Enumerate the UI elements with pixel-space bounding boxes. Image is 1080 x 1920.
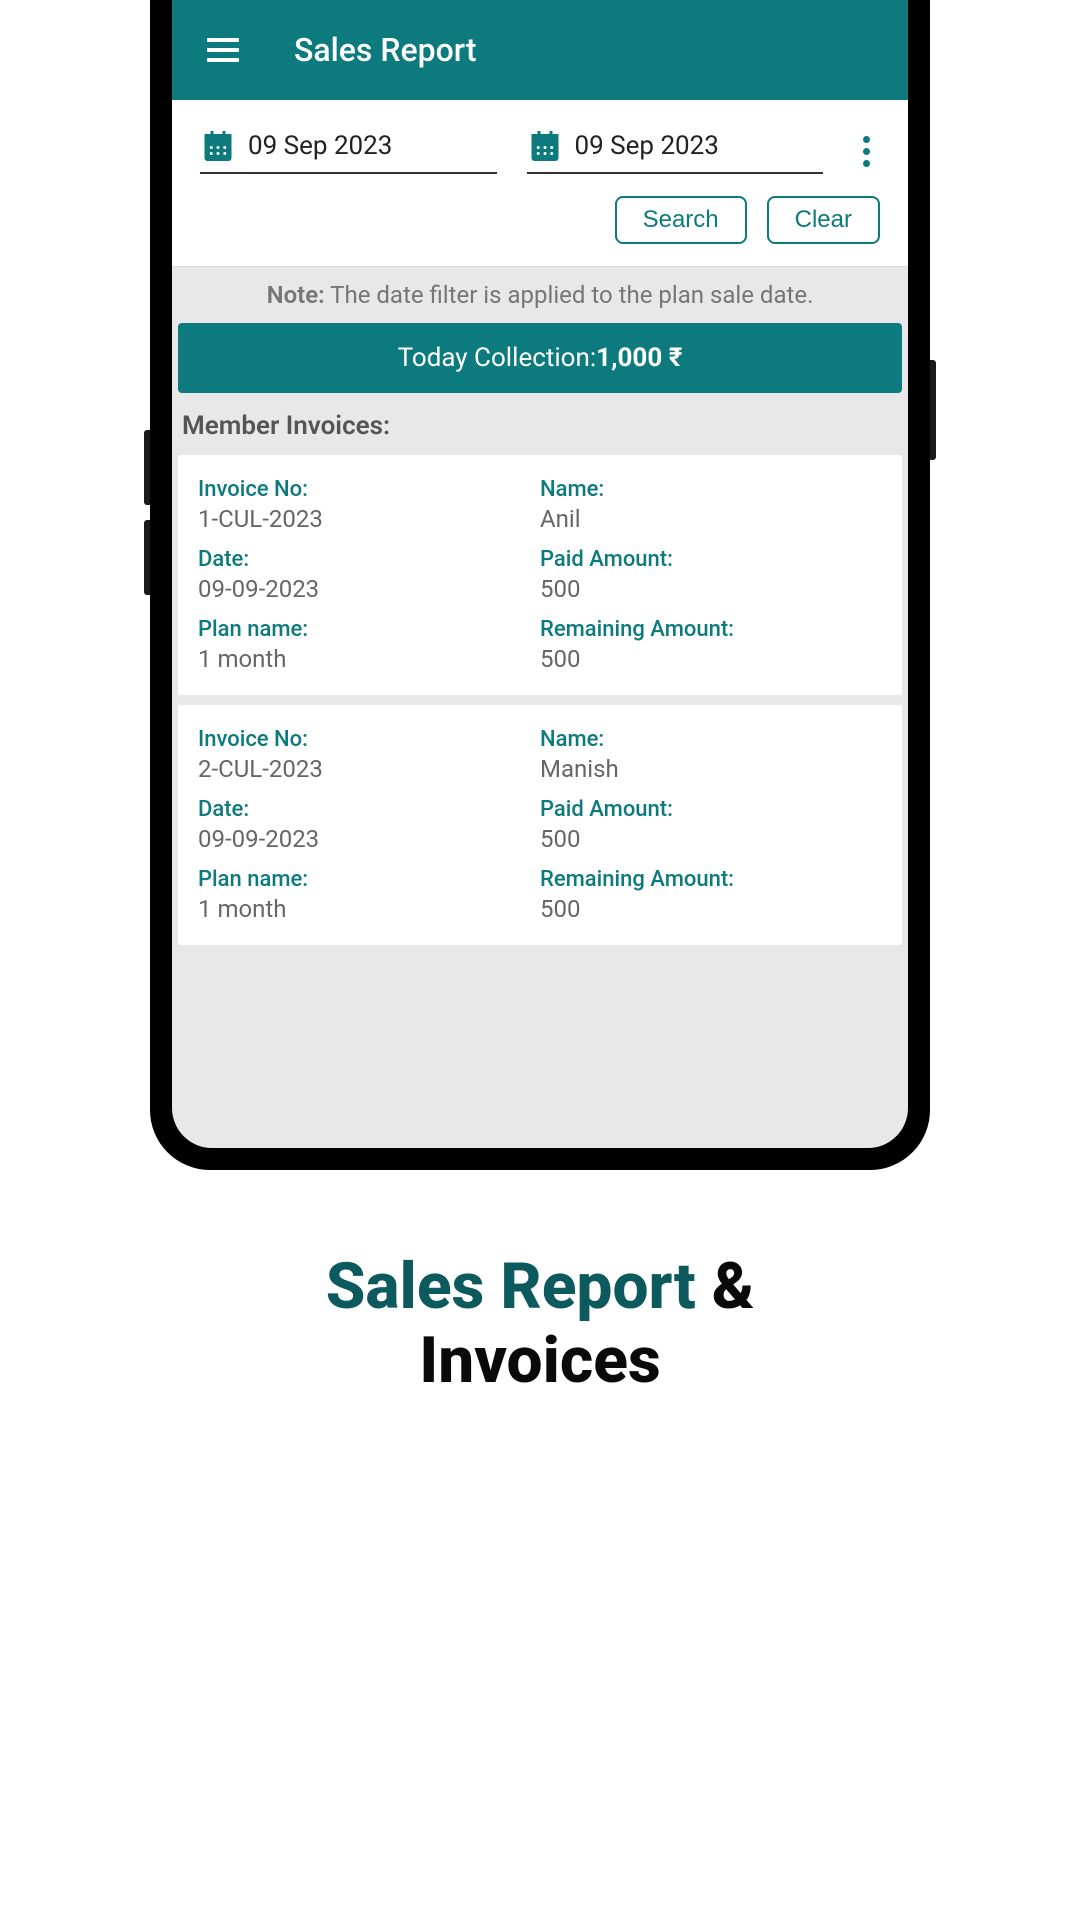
invoice-cell: Paid Amount: 500	[540, 797, 882, 853]
invoice-row: Invoice No: 2-CUL-2023Name: Manish	[198, 727, 882, 783]
invoice-field-label: Paid Amount:	[540, 797, 882, 822]
phone-power-button	[930, 360, 936, 460]
invoice-field-value: 09-09-2023	[198, 825, 540, 853]
more-options-icon[interactable]	[853, 130, 880, 173]
date-filter-card: 09 Sep 2023 09 Sep 2	[172, 100, 908, 267]
section-member-invoices: Member Invoices:	[172, 393, 908, 455]
invoice-field-label: Remaining Amount:	[540, 617, 882, 642]
app-bar: Sales Report	[172, 0, 908, 100]
invoice-cell: Plan name: 1 month	[198, 617, 540, 673]
phone-volume-up	[144, 430, 150, 505]
invoice-field-value: 2-CUL-2023	[198, 755, 540, 783]
invoice-row: Date: 09-09-2023Paid Amount: 500	[198, 797, 882, 853]
invoice-field-label: Date:	[198, 547, 540, 572]
start-date-value: 09 Sep 2023	[248, 131, 392, 161]
invoice-field-value: Manish	[540, 755, 882, 783]
calendar-icon	[527, 128, 563, 164]
invoice-cell: Date: 09-09-2023	[198, 547, 540, 603]
invoice-cell: Paid Amount: 500	[540, 547, 882, 603]
invoice-field-value: 1-CUL-2023	[198, 505, 540, 533]
invoice-card[interactable]: Invoice No: 2-CUL-2023Name: ManishDate: 09-…	[178, 705, 902, 945]
calendar-icon	[200, 128, 236, 164]
invoice-field-label: Invoice No:	[198, 727, 540, 752]
invoice-field-label: Name:	[540, 727, 882, 752]
phone-volume-down	[144, 520, 150, 595]
phone-frame: Sales Report	[150, 0, 930, 1170]
filter-note: Note: The date filter is applied to the …	[172, 267, 908, 323]
invoice-cell: Remaining Amount: 500	[540, 867, 882, 923]
invoice-cell: Invoice No: 2-CUL-2023	[198, 727, 540, 783]
hamburger-menu-icon[interactable]	[202, 33, 244, 67]
invoice-card[interactable]: Invoice No: 1-CUL-2023Name: AnilDate: 09-09…	[178, 455, 902, 695]
today-collection-banner: Today Collection:1,000 ₹	[178, 323, 902, 393]
page-title: Sales Report	[294, 31, 477, 69]
end-date-picker[interactable]: 09 Sep 2023	[527, 128, 824, 174]
invoice-field-label: Invoice No:	[198, 477, 540, 502]
caption-accent: Sales Report	[326, 1249, 696, 1324]
invoice-row: Plan name: 1 monthRemaining Amount: 500	[198, 617, 882, 673]
note-label: Note:	[267, 281, 325, 309]
invoice-field-value: 500	[540, 575, 882, 603]
invoice-cell: Date: 09-09-2023	[198, 797, 540, 853]
invoice-row: Invoice No: 1-CUL-2023Name: Anil	[198, 477, 882, 533]
invoice-list: Invoice No:1-CUL-2023Name:AnilDate:09-09…	[172, 455, 908, 945]
invoice-field-value: Anil	[540, 505, 882, 533]
invoice-field-value: 500	[540, 895, 882, 923]
collection-amount: 1,000 ₹	[596, 343, 682, 373]
invoice-cell: Invoice No: 1-CUL-2023	[198, 477, 540, 533]
invoice-field-label: Name:	[540, 477, 882, 502]
start-date-picker[interactable]: 09 Sep 2023	[200, 128, 497, 174]
date-row: 09 Sep 2023 09 Sep 2	[200, 128, 880, 174]
caption-dark: &	[696, 1249, 755, 1324]
invoice-field-label: Remaining Amount:	[540, 867, 882, 892]
invoice-field-value: 500	[540, 645, 882, 673]
note-text: The date filter is applied to the plan s…	[325, 281, 814, 309]
invoice-field-label: Date:	[198, 797, 540, 822]
invoice-cell: Plan name: 1 month	[198, 867, 540, 923]
search-button[interactable]: Search	[615, 196, 747, 244]
filter-button-row: Search Clear	[200, 196, 880, 244]
invoice-field-value: 1 month	[198, 895, 540, 923]
invoice-field-label: Plan name:	[198, 867, 540, 892]
invoice-field-value: 1 month	[198, 645, 540, 673]
invoice-field-label: Paid Amount:	[540, 547, 882, 572]
phone-screen: Sales Report	[172, 0, 908, 1148]
invoice-field-label: Plan name:	[198, 617, 540, 642]
clear-button[interactable]: Clear	[767, 196, 880, 244]
invoice-cell: Name: Manish	[540, 727, 882, 783]
invoice-row: Plan name: 1 monthRemaining Amount: 500	[198, 867, 882, 923]
collection-label: Today Collection:	[398, 343, 597, 373]
caption-line2: Invoices	[419, 1323, 661, 1398]
invoice-field-value: 09-09-2023	[198, 575, 540, 603]
invoice-cell: Remaining Amount: 500	[540, 617, 882, 673]
end-date-value: 09 Sep 2023	[575, 131, 719, 161]
marketing-caption: Sales Report & Invoices	[0, 1250, 1080, 1397]
invoice-field-value: 500	[540, 825, 882, 853]
invoice-row: Date: 09-09-2023Paid Amount: 500	[198, 547, 882, 603]
invoice-cell: Name: Anil	[540, 477, 882, 533]
